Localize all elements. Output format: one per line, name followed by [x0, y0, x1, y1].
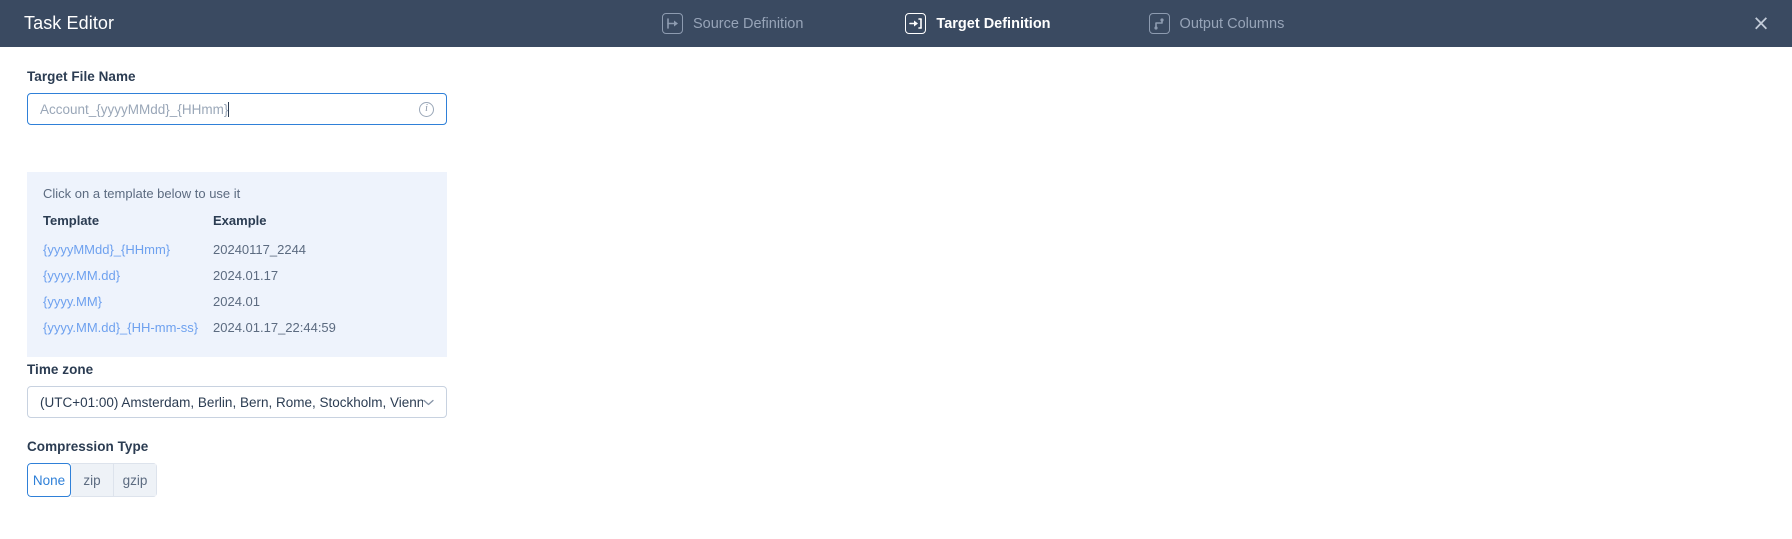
target-definition-icon [905, 13, 927, 34]
table-row[interactable]: {yyyy.MM.dd}_{HH-mm-ss} 2024.01.17_22:44… [27, 315, 447, 341]
tab-output-columns-label: Output Columns [1179, 15, 1285, 32]
compression-type-field: Compression Type None zip gzip [27, 439, 157, 497]
table-row[interactable]: {yyyy.MM} 2024.01 [27, 289, 447, 315]
template-suggestion-panel: Click on a template below to use it Temp… [27, 172, 447, 357]
target-file-name-placeholder: Account_{yyyyMMdd}_{HHmm} [40, 101, 229, 117]
tab-target-definition[interactable]: Target Definition [891, 0, 1064, 47]
template-option[interactable]: {yyyyMMdd}_{HHmm} [27, 237, 199, 263]
compression-option-zip[interactable]: zip [71, 463, 114, 497]
compression-type-button-group: None zip gzip [27, 463, 157, 497]
tab-source-definition[interactable]: Source Definition [648, 0, 817, 47]
template-example: 2024.01.17_22:44:59 [213, 320, 336, 335]
source-definition-icon [662, 13, 683, 34]
template-option[interactable]: {yyyy.MM.dd}_{HH-mm-ss} [27, 315, 199, 341]
target-file-name-input[interactable]: Account_{yyyyMMdd}_{HHmm} i [27, 93, 447, 125]
compression-option-gzip[interactable]: gzip [114, 463, 157, 497]
text-caret [228, 101, 230, 117]
table-row[interactable]: {yyyyMMdd}_{HHmm} 20240117_2244 [27, 237, 447, 263]
tab-target-definition-label: Target Definition [936, 15, 1051, 32]
template-option[interactable]: {yyyy.MM.dd} [27, 263, 199, 289]
time-zone-select[interactable]: (UTC+01:00) Amsterdam, Berlin, Bern, Rom… [27, 386, 447, 418]
page-title: Task Editor [24, 13, 115, 33]
compression-type-label: Compression Type [27, 439, 149, 454]
compression-option-none[interactable]: None [27, 463, 71, 497]
time-zone-field: Time zone (UTC+01:00) Amsterdam, Berlin,… [27, 362, 447, 418]
target-file-name-label: Target File Name [27, 69, 136, 84]
output-columns-icon [1148, 13, 1170, 34]
table-header-row: Template Example [27, 213, 447, 237]
template-hint: Click on a template below to use it [43, 186, 241, 201]
template-example: 2024.01.17 [213, 268, 279, 283]
template-example: 2024.01 [213, 294, 260, 309]
chevron-down-icon [423, 399, 434, 406]
tab-source-definition-label: Source Definition [693, 15, 804, 32]
title-bar: Task Editor Source Definition Target Def… [0, 0, 1792, 47]
target-file-name-field: Target File Name Account_{yyyyMMdd}_{HHm… [27, 69, 447, 125]
tab-output-columns[interactable]: Output Columns [1135, 0, 1299, 47]
main-content: Target File Name Account_{yyyyMMdd}_{HHm… [0, 47, 1792, 539]
time-zone-value: (UTC+01:00) Amsterdam, Berlin, Bern, Rom… [40, 394, 423, 410]
template-table: Template Example {yyyyMMdd}_{HHmm} 20240… [27, 213, 447, 341]
time-zone-label: Time zone [27, 362, 94, 377]
info-icon[interactable]: i [419, 101, 434, 117]
column-header-template: Template [43, 213, 100, 228]
table-row[interactable]: {yyyy.MM.dd} 2024.01.17 [27, 263, 447, 289]
template-example: 20240117_2244 [213, 242, 307, 257]
step-tabs: Source Definition Target Definition Outp… [648, 0, 1298, 47]
template-option[interactable]: {yyyy.MM} [27, 289, 199, 315]
close-icon[interactable]: × [1748, 11, 1774, 37]
column-header-example: Example [213, 213, 267, 228]
